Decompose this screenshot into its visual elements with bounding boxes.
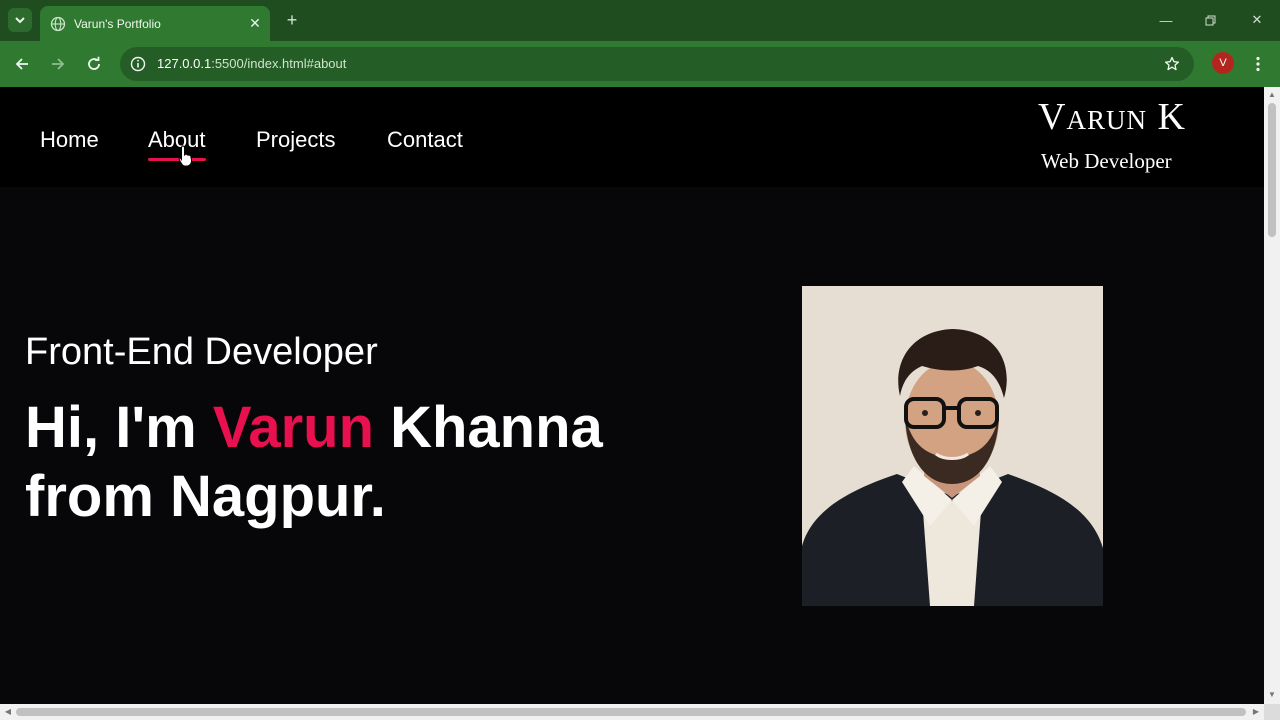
close-icon[interactable]: ✕	[246, 15, 264, 33]
nav-link-about[interactable]: About	[148, 127, 206, 161]
scrollbar-corner	[1264, 704, 1280, 720]
restore-icon[interactable]	[1198, 8, 1222, 32]
nav-link-contact[interactable]: Contact	[387, 127, 463, 153]
arrow-left-icon	[15, 58, 28, 70]
brand-role: Web Developer	[1041, 149, 1172, 173]
profile-avatar[interactable]: V	[1212, 52, 1234, 74]
profile-photo	[802, 286, 1103, 606]
star-icon[interactable]	[1162, 54, 1182, 74]
back-button[interactable]	[10, 52, 34, 76]
tab-search-button[interactable]	[8, 8, 32, 32]
horizontal-scrollbar[interactable]: ◀ ▶	[0, 704, 1264, 720]
nav-link-projects[interactable]: Projects	[256, 127, 335, 153]
globe-icon	[50, 16, 66, 32]
address-bar[interactable]: 127.0.0.1:5500/index.html#about	[120, 47, 1194, 81]
scroll-right-icon[interactable]: ▶	[1252, 708, 1260, 716]
arrow-right-icon	[52, 58, 65, 70]
vertical-scroll-thumb[interactable]	[1268, 103, 1276, 237]
horizontal-scroll-thumb[interactable]	[16, 708, 1246, 716]
page-viewport: Home About Projects Contact Varun K Web …	[0, 87, 1264, 704]
plus-icon[interactable]: +	[282, 10, 302, 30]
browser-toolbar: 127.0.0.1:5500/index.html#about V	[0, 41, 1280, 87]
headline-prefix: Hi, I'm	[25, 395, 213, 460]
headline-line2: from Nagpur.	[25, 464, 386, 529]
kebab-icon[interactable]	[1246, 52, 1270, 76]
nav-link-home[interactable]: Home	[40, 127, 99, 153]
vertical-scrollbar[interactable]: ▲ ▼	[1264, 87, 1280, 704]
reload-icon	[88, 56, 100, 70]
mouse-pointer-icon	[178, 145, 193, 167]
site-header: Home About Projects Contact Varun K Web …	[0, 87, 1264, 187]
close-window-icon[interactable]: ✕	[1245, 8, 1269, 32]
reload-button[interactable]	[82, 52, 106, 76]
url-path: :5500/index.html#about	[211, 56, 347, 71]
site-brand[interactable]: Varun K Web Developer	[1038, 95, 1186, 173]
hero-subtitle: Front-End Developer	[25, 331, 378, 373]
url-host: 127.0.0.1	[157, 56, 212, 71]
scroll-up-icon[interactable]: ▲	[1268, 91, 1276, 99]
brand-name: Varun K	[1038, 96, 1186, 138]
headline-suffix: Khanna	[374, 395, 603, 460]
chevron-down-icon	[15, 17, 25, 24]
scroll-down-icon[interactable]: ▼	[1268, 691, 1276, 699]
minimize-icon[interactable]: —	[1154, 8, 1178, 32]
hero-headline: Hi, I'm Varun Khanna from Nagpur.	[25, 393, 603, 531]
forward-button[interactable]	[46, 52, 70, 76]
headline-accent-name: Varun	[212, 395, 374, 460]
url-text: 127.0.0.1:5500/index.html#about	[157, 56, 346, 71]
browser-tab[interactable]: Varun's Portfolio ✕	[40, 6, 270, 41]
tab-title: Varun's Portfolio	[74, 16, 161, 31]
browser-tab-bar: Varun's Portfolio ✕ + — ✕	[0, 0, 1280, 41]
scroll-left-icon[interactable]: ◀	[4, 708, 12, 716]
info-icon[interactable]	[128, 54, 148, 74]
